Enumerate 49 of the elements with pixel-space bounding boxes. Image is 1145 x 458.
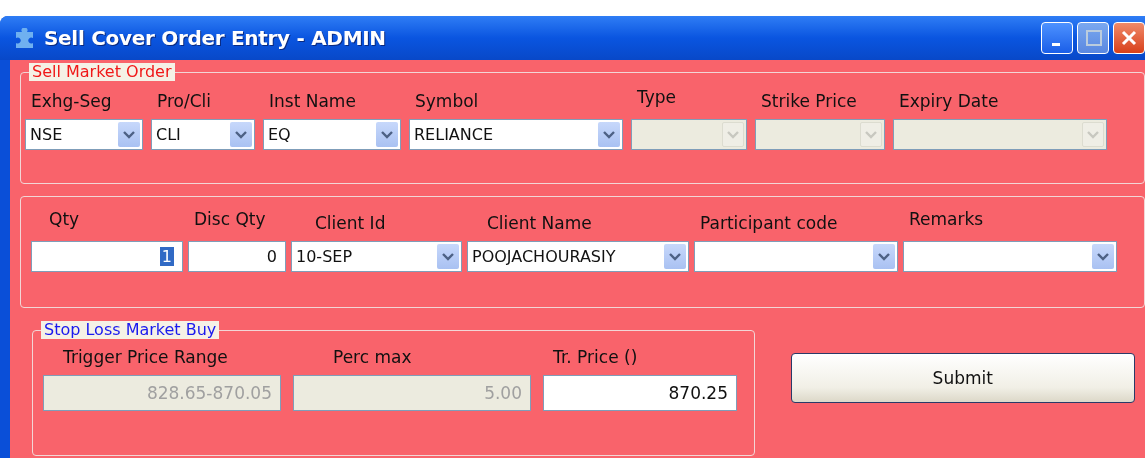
dropdown-field[interactable]: EQ bbox=[263, 119, 401, 150]
maximize-icon bbox=[1086, 30, 1102, 46]
chevron-down-icon bbox=[437, 244, 459, 269]
field-label: Symbol bbox=[414, 90, 480, 113]
chevron-down-icon bbox=[230, 122, 252, 147]
chevron-down-icon bbox=[118, 122, 140, 147]
field-label: Pro/Cli bbox=[156, 90, 212, 113]
field-label: Disc Qty bbox=[193, 208, 267, 231]
input-field[interactable]: 0 bbox=[188, 241, 286, 272]
dropdown-field[interactable]: NSE bbox=[25, 119, 143, 150]
group-title: Sell Market Order bbox=[29, 63, 175, 81]
dropdown-field[interactable]: 10-SEP bbox=[291, 241, 462, 272]
chevron-down-icon bbox=[873, 244, 895, 269]
field-label: Client Name bbox=[486, 212, 593, 235]
field-label: Exhg-Seg bbox=[30, 90, 113, 113]
field-label: Tr. Price () bbox=[552, 346, 639, 369]
dropdown-field[interactable] bbox=[694, 241, 898, 272]
window-title: Sell Cover Order Entry - ADMIN bbox=[44, 26, 386, 50]
chevron-down-icon bbox=[1092, 244, 1114, 269]
field-label: Strike Price bbox=[760, 90, 858, 113]
close-icon bbox=[1121, 30, 1137, 46]
input-field[interactable]: 870.25 bbox=[543, 375, 737, 411]
chevron-down-icon bbox=[1082, 122, 1104, 147]
submit-button[interactable]: Submit bbox=[790, 353, 1135, 403]
field-label: Inst Name bbox=[268, 90, 357, 113]
field-label: Qty bbox=[48, 208, 81, 231]
dropdown-field[interactable] bbox=[903, 241, 1117, 272]
chevron-down-icon bbox=[598, 122, 620, 147]
dropdown-field[interactable]: POOJACHOURASIY bbox=[467, 241, 689, 272]
maximize-button[interactable] bbox=[1077, 22, 1109, 54]
minimize-button[interactable] bbox=[1041, 22, 1073, 54]
chevron-down-icon bbox=[664, 244, 686, 269]
field-label: Client Id bbox=[314, 212, 387, 235]
dropdown-field[interactable]: CLI bbox=[151, 119, 255, 150]
close-button[interactable] bbox=[1113, 22, 1145, 54]
puzzle-icon bbox=[14, 28, 36, 48]
input-field[interactable]: 1 bbox=[31, 241, 183, 272]
group-title: Stop Loss Market Buy bbox=[41, 321, 220, 339]
field-label: Perc max bbox=[332, 346, 413, 369]
chevron-down-icon bbox=[860, 122, 882, 147]
field-label: Trigger Price Range bbox=[62, 346, 229, 369]
field-label: Expiry Date bbox=[898, 90, 1000, 113]
chevron-down-icon bbox=[376, 122, 398, 147]
field-label: Type bbox=[636, 86, 678, 109]
field-label: Remarks bbox=[908, 208, 985, 231]
field-label: Participant code bbox=[699, 212, 839, 235]
dropdown-field[interactable]: RELIANCE bbox=[409, 119, 623, 150]
chevron-down-icon bbox=[722, 122, 744, 147]
minimize-icon bbox=[1052, 43, 1060, 46]
